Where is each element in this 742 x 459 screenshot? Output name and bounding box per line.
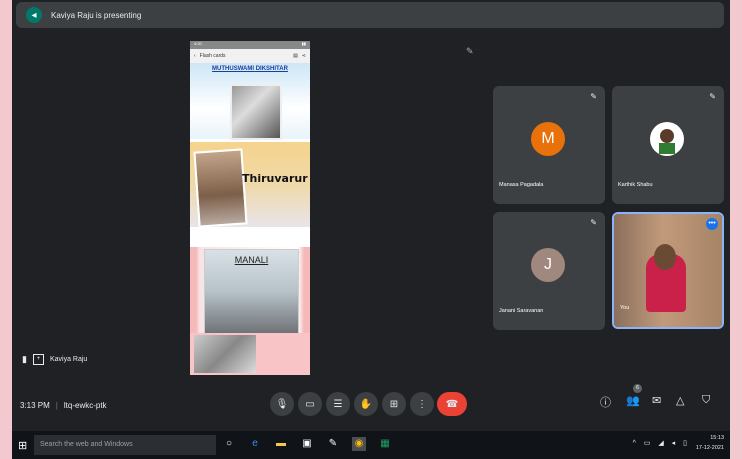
raise-hand-button[interactable]: ✋: [354, 392, 378, 416]
meet-window: ◂ Kaviya Raju is presenting 4:20 ▮▮ ‹ Fl…: [12, 0, 730, 459]
card-heading: Thiruvarur: [242, 172, 308, 185]
present-now-icon: ⊞: [389, 398, 399, 410]
self-face: [654, 244, 676, 270]
edge-icon[interactable]: e: [248, 437, 262, 451]
store-icon[interactable]: ▣: [300, 437, 314, 451]
camera-button[interactable]: ▭: [298, 392, 322, 416]
windows-taskbar: ⊞ Search the web and Windows ○ e ▬ ▣ ✎ ◉…: [12, 431, 730, 459]
camera-icon: ▭: [305, 398, 315, 410]
taskbar-search-box[interactable]: Search the web and Windows: [34, 435, 216, 455]
back-icon: ‹: [194, 53, 196, 59]
file-explorer-icon[interactable]: ▬: [274, 437, 288, 451]
more-vert-icon: ⋮: [417, 398, 427, 410]
battery-icon: ▮▮: [301, 41, 306, 46]
share-icon: ⋖: [301, 53, 306, 59]
participant-name: Karthik Shabu: [618, 182, 653, 188]
participant-tile[interactable]: ✎ M Manasa Pagadala: [493, 86, 605, 204]
meeting-time: 3:13 PM: [20, 400, 50, 410]
host-controls-icon[interactable]: ⛉: [702, 394, 710, 407]
avatar: J: [531, 248, 565, 282]
back-arrow-icon[interactable]: ◂: [26, 7, 42, 23]
flash-card-3: MANALI: [190, 247, 310, 334]
people-icon[interactable]: 👥: [626, 394, 640, 407]
participant-tile[interactable]: ✎ J Janani Saravanan: [493, 212, 605, 330]
card-heading: MANALI: [234, 255, 269, 265]
city-image: MANALI: [204, 249, 299, 334]
flash-card-1: MUTHUSWAMI DIKSHITAR: [190, 63, 310, 140]
chat-icon[interactable]: ✉: [652, 394, 661, 407]
hand-icon: ✋: [359, 398, 373, 410]
phone-status-time: 4:20: [194, 41, 202, 46]
presenter-name: Kaviya Raju: [49, 356, 88, 363]
mic-off-icon: ✎: [466, 46, 474, 56]
people-count-badge: 6: [633, 384, 642, 393]
meeting-code: ltq-ewkc-ptk: [63, 400, 107, 410]
more-options-button[interactable]: ⋮: [410, 392, 434, 416]
flash-card-4: [190, 333, 310, 375]
print-icon: ▤: [293, 53, 298, 59]
activities-icon[interactable]: △: [676, 394, 684, 407]
leave-call-button[interactable]: ☎: [437, 392, 467, 416]
captions-button[interactable]: ☰: [326, 392, 350, 416]
flash-card-2: Thiruvarur: [190, 142, 310, 228]
presenter-label: ▮ + Kaviya Raju: [22, 354, 87, 365]
chrome-icon[interactable]: ◉: [352, 437, 366, 451]
participant-name: Janani Saravanan: [499, 308, 544, 314]
mic-icon: 🎙: [275, 398, 289, 410]
captions-icon: ☰: [333, 398, 343, 410]
mic-off-icon: ✎: [709, 92, 716, 101]
portrait-image: [230, 84, 282, 140]
present-icon[interactable]: +: [32, 354, 44, 365]
info-icon[interactable]: ⓘ: [600, 394, 611, 410]
phone-app-bar: ‹ Flash cards ▤ ⋖: [190, 49, 310, 64]
microphone-button[interactable]: 🎙: [270, 392, 294, 416]
pin-icon[interactable]: ▮: [22, 354, 27, 365]
avatar: [650, 122, 684, 156]
taskbar-clock[interactable]: 15:13 17-12-2021: [696, 433, 724, 453]
windows-start-icon[interactable]: ⊞: [18, 439, 27, 452]
clock-time: 15:13: [710, 435, 724, 441]
presenting-text: Kaviya Raju is presenting: [51, 10, 142, 20]
temple-image: [193, 148, 248, 228]
hangup-icon: ☎: [445, 398, 459, 410]
presenting-banner: ◂ Kaviya Raju is presenting: [16, 2, 724, 28]
present-button[interactable]: ⊞: [382, 392, 406, 416]
avatar: M: [531, 122, 565, 156]
card-heading: MUTHUSWAMI DIKSHITAR: [212, 66, 288, 72]
meeting-info: 3:13 PM | ltq-ewkc-ptk: [20, 400, 107, 410]
sketch-image: [194, 335, 256, 373]
phone-status-bar: 4:20 ▮▮: [190, 41, 310, 49]
participant-name: You: [620, 305, 630, 311]
participant-tile[interactable]: ✎ Karthik Shabu: [612, 86, 724, 204]
clock-date: 17-12-2021: [695, 445, 724, 451]
presentation-screen: 4:20 ▮▮ ‹ Flash cards ▤ ⋖ MUTHUSWAMI DIK…: [190, 41, 310, 375]
excel-icon[interactable]: ▦: [378, 437, 392, 451]
app-title: Flash cards: [199, 53, 226, 59]
mic-off-icon: ✎: [590, 92, 597, 101]
task-view-icon[interactable]: ○: [222, 437, 236, 451]
participant-name: Manasa Pagadala: [499, 182, 544, 188]
mic-off-icon: ✎: [590, 218, 597, 227]
control-bar: 3:13 PM | ltq-ewkc-ptk 🎙 ▭ ☰ ✋ ⊞ ⋮ ☎ ⓘ 👥 6…: [12, 384, 730, 424]
more-options-icon[interactable]: •••: [706, 218, 718, 230]
self-view-tile[interactable]: ••• You: [612, 212, 724, 329]
mail-icon[interactable]: ✎: [326, 437, 340, 451]
system-tray[interactable]: ^ ▭ ◢ ◂ ▯: [633, 439, 690, 447]
